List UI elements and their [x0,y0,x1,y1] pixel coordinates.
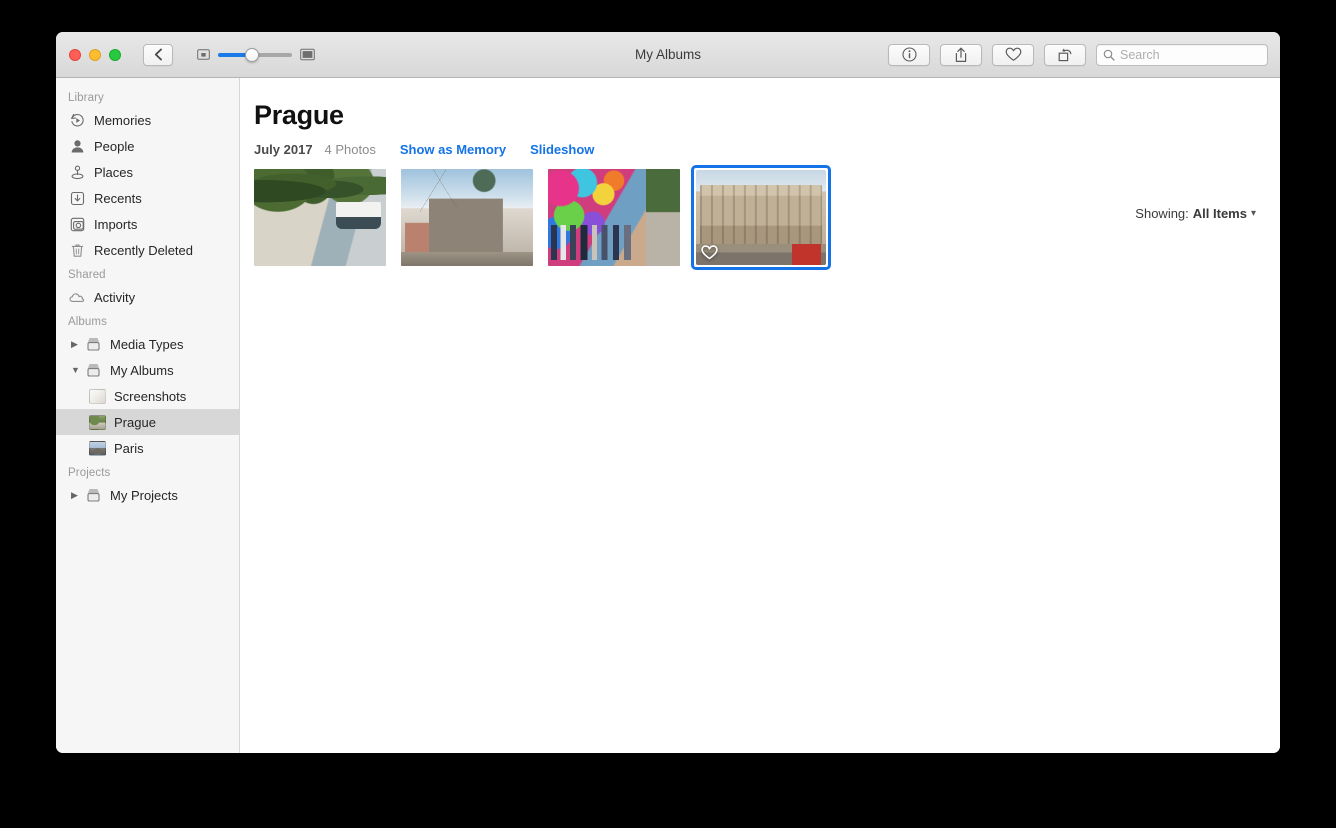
sidebar-item-screenshots[interactable]: Screenshots [56,383,239,409]
large-photo-icon [300,48,315,61]
sidebar-item-paris[interactable]: Paris [56,435,239,461]
search-input[interactable]: Search [1096,44,1268,66]
sidebar-item-label: Prague [114,415,156,430]
share-icon [954,47,968,63]
album-stack-icon [84,361,102,379]
album-stack-icon [84,335,102,353]
trash-icon [68,241,86,259]
minimize-window-button[interactable] [89,49,101,61]
slideshow-link[interactable]: Slideshow [530,142,594,157]
album-stack-icon [84,486,102,504]
sidebar-item-label: Media Types [110,337,183,352]
slider-track[interactable] [218,53,292,57]
photo-image-cathedral [401,169,533,266]
sidebar-item-label: People [94,139,134,154]
slider-knob[interactable] [245,48,259,62]
sidebar-item-recently-deleted[interactable]: Recently Deleted [56,237,239,263]
sidebar-item-memories[interactable]: Memories [56,107,239,133]
photo-thumbnail[interactable] [401,169,533,266]
rotate-icon [1057,47,1073,63]
titlebar: My Albums [56,32,1280,78]
sidebar-item-label: Paris [114,441,144,456]
thumbnail-size-slider[interactable] [197,48,315,61]
showing-filter[interactable]: Showing: All Items ▾ [1135,206,1256,221]
sidebar-item-label: My Albums [110,363,174,378]
sidebar-item-media-types[interactable]: ▶ Media Types [56,331,239,357]
photos-window: My Albums [56,32,1280,753]
photo-count: 4 Photos [325,142,376,157]
showing-value: All Items [1193,206,1247,221]
sidebar-section-library-header: Library [56,86,239,107]
sidebar-item-my-projects[interactable]: ▶ My Projects [56,482,239,508]
info-icon [902,47,917,62]
traffic-lights [69,49,121,61]
sidebar-item-label: Recents [94,191,142,206]
photo-image-lennon-wall [548,169,680,266]
back-button[interactable] [143,44,173,66]
show-as-memory-link[interactable]: Show as Memory [400,142,506,157]
sidebar-item-label: Screenshots [114,389,186,404]
favorite-badge-heart-icon [701,244,718,261]
album-date: July 2017 [254,142,313,157]
small-photo-icon [197,48,210,61]
sidebar-item-prague[interactable]: Prague [56,409,239,435]
close-window-button[interactable] [69,49,81,61]
disclosure-triangle-expanded-icon[interactable]: ▼ [71,366,82,375]
photo-thumbnail-selected[interactable] [691,165,831,270]
showing-label: Showing: [1135,206,1188,221]
sidebar-item-places[interactable]: Places [56,159,239,185]
sidebar-item-people[interactable]: People [56,133,239,159]
memories-icon [68,111,86,129]
toolbar-right-group: Search [888,32,1268,77]
sidebar-item-imports[interactable]: Imports [56,211,239,237]
person-icon [68,137,86,155]
search-icon [1103,49,1115,61]
sidebar-item-activity[interactable]: Activity [56,284,239,310]
photo-thumbnail[interactable] [548,169,680,266]
sidebar: Library Memories [56,78,240,753]
sidebar-item-label: Memories [94,113,151,128]
sidebar-item-label: My Projects [110,488,178,503]
sidebar-section-projects-header: Projects [56,461,239,482]
search-placeholder: Search [1120,48,1160,62]
sidebar-item-label: Places [94,165,133,180]
content-area: Prague July 2017 4 Photos Show as Memory… [240,78,1280,753]
album-thumb-paris-icon [89,441,106,456]
chevron-down-icon: ▾ [1251,208,1256,219]
disclosure-triangle-collapsed-icon[interactable]: ▶ [71,340,82,349]
album-meta-row: July 2017 4 Photos Show as Memory Slides… [254,139,1256,159]
download-icon [68,189,86,207]
sidebar-item-label: Activity [94,290,135,305]
album-thumb-screenshots-icon [89,389,106,404]
sidebar-section-shared-header: Shared [56,263,239,284]
cloud-icon [68,288,86,306]
sidebar-item-recents[interactable]: Recents [56,185,239,211]
chevron-left-icon [154,48,163,61]
photo-grid [254,169,1256,270]
album-thumb-prague-icon [89,415,106,430]
heart-icon [1005,47,1022,62]
zoom-window-button[interactable] [109,49,121,61]
window-body: Library Memories [56,78,1280,753]
sidebar-section-albums-header: Albums [56,310,239,331]
page-title: Prague [254,100,1256,131]
share-button[interactable] [940,44,982,66]
info-button[interactable] [888,44,930,66]
rotate-button[interactable] [1044,44,1086,66]
camera-icon [68,215,86,233]
pin-icon [68,163,86,181]
disclosure-triangle-collapsed-icon[interactable]: ▶ [71,491,82,500]
favorite-button[interactable] [992,44,1034,66]
sidebar-item-label: Imports [94,217,137,232]
photo-image-riverside [254,169,386,266]
sidebar-item-my-albums[interactable]: ▼ My Albums [56,357,239,383]
photo-thumbnail[interactable] [254,169,386,266]
sidebar-item-label: Recently Deleted [94,243,193,258]
